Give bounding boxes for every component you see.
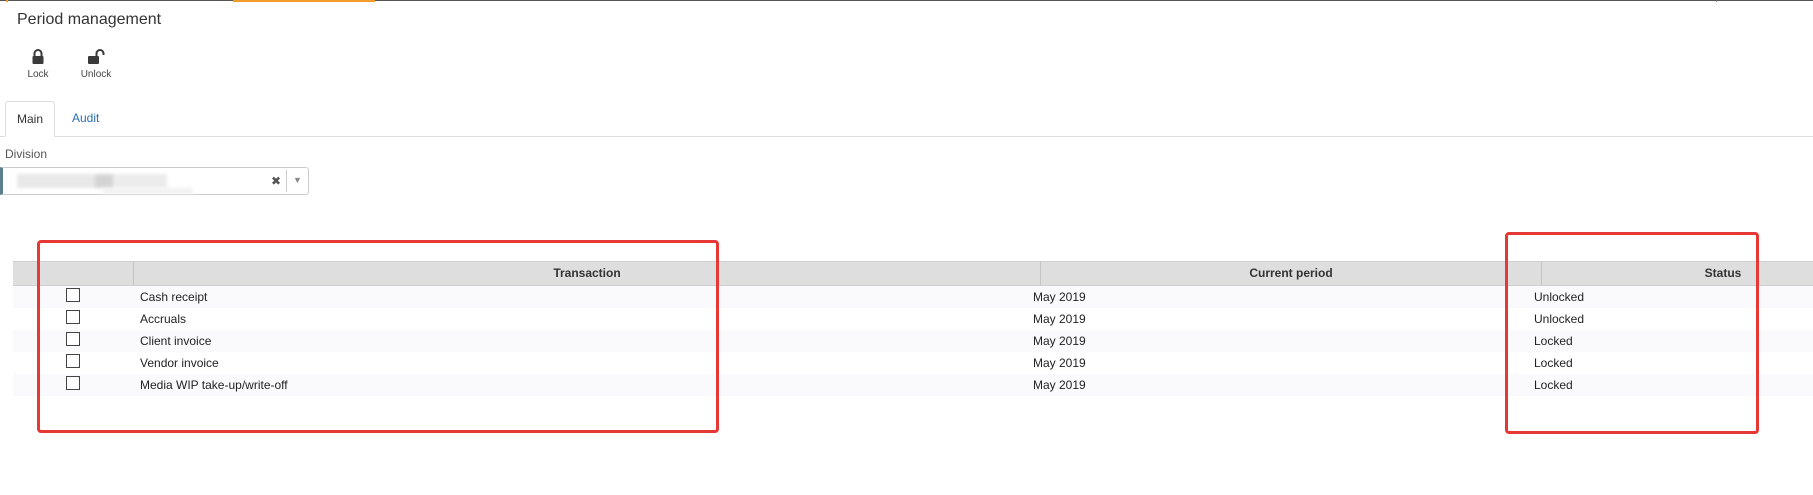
top-accent-tick: [6, 0, 8, 2]
division-value-redacted-extra: [103, 188, 193, 194]
clear-icon[interactable]: ✖: [271, 174, 281, 188]
period-cell: May 2019: [1033, 334, 1086, 348]
annotation-box-transaction: [37, 240, 719, 433]
unlock-icon: [70, 49, 122, 67]
page-title: Period management: [17, 11, 162, 28]
top-divider-tick: [1716, 0, 1717, 2]
tab-main[interactable]: Main: [5, 101, 56, 137]
chevron-down-icon[interactable]: ▼: [293, 175, 302, 185]
lock-icon: [12, 49, 64, 67]
select-divider: [286, 170, 287, 192]
tabs-baseline: [0, 136, 1813, 137]
unlock-button[interactable]: Unlock: [70, 49, 122, 85]
top-accent-bar: [233, 0, 375, 2]
division-select[interactable]: ✖ ▼: [0, 167, 309, 195]
period-cell: May 2019: [1033, 312, 1086, 326]
lock-button[interactable]: Lock: [12, 49, 64, 85]
division-label: Division: [5, 147, 48, 161]
lock-button-label: Lock: [27, 69, 49, 80]
annotation-box-status: [1505, 232, 1759, 434]
period-cell: May 2019: [1033, 378, 1086, 392]
unlock-button-label: Unlock: [80, 69, 112, 80]
period-cell: May 2019: [1033, 290, 1086, 304]
column-header-current-period[interactable]: Current period: [1041, 262, 1541, 285]
period-cell: May 2019: [1033, 356, 1086, 370]
tab-audit[interactable]: Audit: [61, 101, 110, 137]
division-value-redacted: [17, 174, 167, 188]
